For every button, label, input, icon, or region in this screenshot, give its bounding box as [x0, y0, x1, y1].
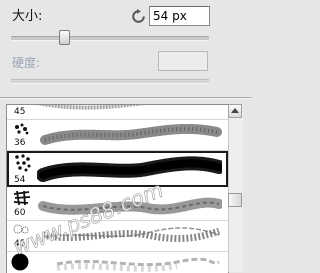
- chevron-up-icon: [231, 108, 239, 113]
- brush-tip-thumbnail: [13, 190, 31, 206]
- brush-tip-thumbnail: [15, 123, 29, 135]
- brush-preset-item[interactable]: 36: [7, 120, 228, 151]
- brush-stroke-preview: [37, 105, 147, 110]
- brush-tip-thumbnail: [15, 154, 31, 172]
- hardness-slider-track: [11, 79, 209, 84]
- brush-preset-item[interactable]: 45: [7, 221, 228, 252]
- brush-stroke-preview: [42, 227, 221, 242]
- size-input[interactable]: [149, 6, 210, 26]
- brush-preset-item[interactable]: 45: [7, 105, 228, 120]
- brush-stroke-preview: [56, 257, 220, 272]
- brush-preset-item[interactable]: [7, 252, 228, 273]
- scrollbar-thumb[interactable]: [228, 193, 242, 207]
- brush-stroke-preview: [40, 123, 222, 145]
- brush-preset-list: 45 36 54 60 45 www.ps88.com: [6, 104, 229, 273]
- size-slider-thumb[interactable]: [59, 30, 70, 45]
- brush-list-scrollbar[interactable]: [228, 104, 243, 272]
- brush-preset-item[interactable]: 60: [7, 188, 228, 221]
- scroll-up-arrow[interactable]: [228, 104, 242, 118]
- brush-size-number: 60: [14, 208, 26, 218]
- size-slider-track[interactable]: [11, 36, 209, 41]
- brush-size-number: 45: [14, 239, 26, 249]
- brush-settings-panel: 大小: 硬度: 45 36: [0, 0, 252, 273]
- brush-stroke-preview: [38, 197, 222, 215]
- size-label: 大小:: [12, 9, 43, 24]
- brush-tip-thumbnail: [11, 253, 29, 271]
- reset-size-icon[interactable]: [131, 9, 146, 24]
- hardness-label: 硬度:: [12, 56, 41, 70]
- brush-size-number: 54: [14, 175, 26, 185]
- brush-stroke-preview: [37, 156, 222, 182]
- brush-tip-thumbnail: [13, 224, 29, 234]
- brush-size-number: 45: [14, 107, 26, 117]
- hardness-input: [158, 51, 208, 71]
- brush-preset-item-selected[interactable]: 54: [7, 151, 228, 187]
- divider-highlight: [0, 98, 252, 99]
- brush-size-number: 36: [14, 138, 26, 148]
